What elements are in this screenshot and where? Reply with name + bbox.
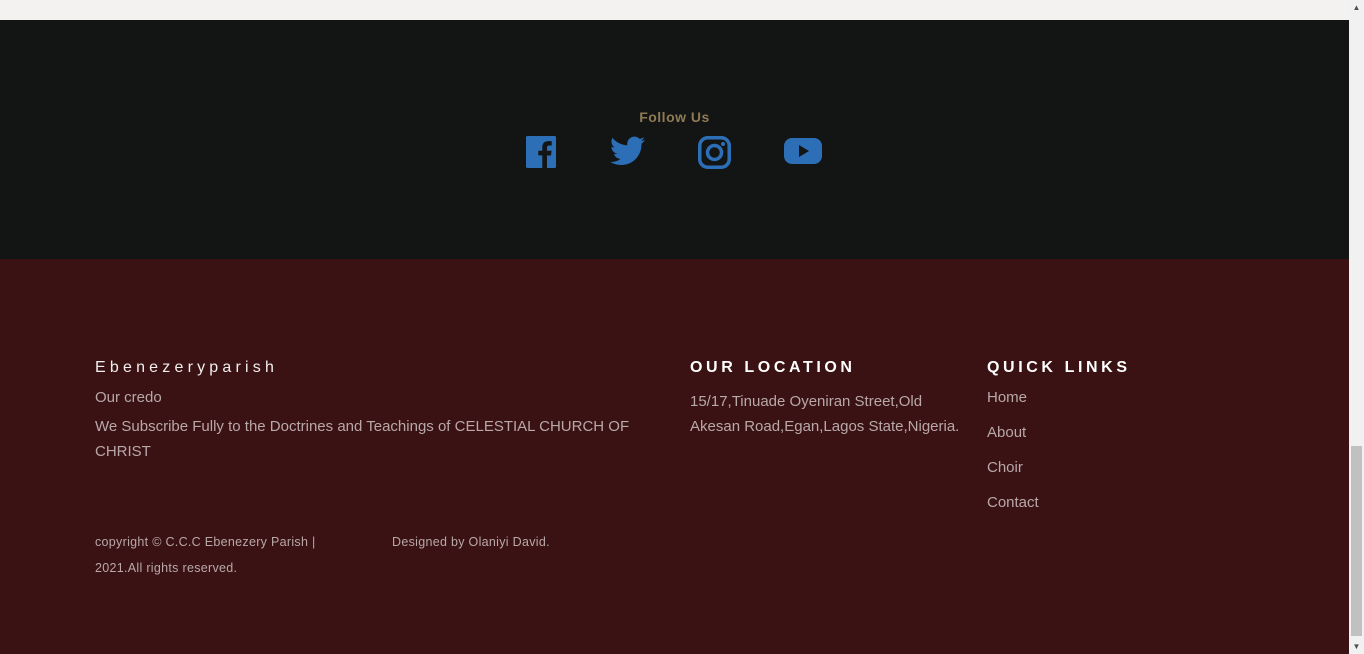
twitter-icon[interactable] — [610, 136, 645, 170]
quick-links-title: QUICK LINKS — [987, 359, 1131, 376]
designed-by-text: Designed by Olaniyi David. — [392, 535, 550, 549]
copyright-text: copyright © C.C.C Ebenezery Parish | 202… — [95, 535, 316, 575]
vertical-scrollbar[interactable]: ▲ ▼ — [1349, 0, 1364, 654]
quick-link-choir[interactable]: Choir — [987, 459, 1023, 476]
instagram-icon[interactable] — [698, 136, 731, 170]
location-title: OUR LOCATION — [690, 359, 856, 376]
facebook-icon[interactable] — [526, 136, 556, 170]
follow-us-title: Follow Us — [639, 109, 710, 125]
credo-label: Our credo — [95, 389, 162, 406]
social-section: Follow Us — [0, 20, 1349, 259]
quick-link-about[interactable]: About — [987, 424, 1026, 441]
scrollbar-thumb[interactable] — [1351, 446, 1362, 636]
scroll-down-arrow-icon[interactable]: ▼ — [1349, 639, 1364, 654]
quick-link-contact[interactable]: Contact — [987, 494, 1039, 511]
footer-brand: Ebenezeryparish — [95, 359, 279, 376]
credo-text: We Subscribe Fully to the Doctrines and … — [95, 418, 630, 460]
quick-link-home[interactable]: Home — [987, 389, 1027, 406]
top-strip — [0, 0, 1349, 20]
location-address: 15/17,Tinuade Oyeniran Street,Old Akesan… — [690, 393, 960, 435]
site-footer: Ebenezeryparish Our credo We Subscribe F… — [0, 259, 1349, 654]
youtube-icon[interactable] — [784, 136, 822, 170]
scroll-up-arrow-icon[interactable]: ▲ — [1349, 0, 1364, 15]
